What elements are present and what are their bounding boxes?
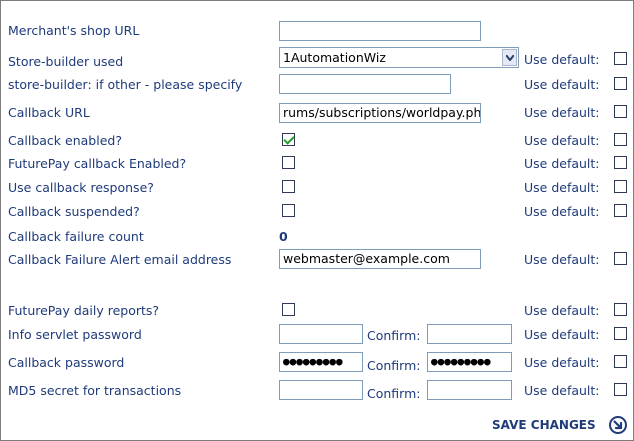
failure-email-use-default-checkbox[interactable] [614, 252, 627, 265]
use-callback-response-label: Use callback response? [8, 180, 154, 195]
callback-password-use-default-checkbox[interactable] [614, 355, 627, 368]
use-default-label: Use default: [524, 156, 600, 171]
use-default-label: Use default: [524, 204, 600, 219]
callback-failure-count-label: Callback failure count [8, 229, 144, 244]
futurepay-reports-label: FuturePay daily reports? [8, 303, 160, 318]
callback-enabled-use-default-checkbox[interactable] [614, 133, 627, 146]
store-builder-value: 1AutomationWiz [283, 50, 386, 65]
callback-suspended-label: Callback suspended? [8, 204, 140, 219]
callback-suspended-use-default-checkbox[interactable] [614, 204, 627, 217]
info-servlet-password-confirm-input[interactable] [427, 324, 512, 344]
use-default-label: Use default: [524, 105, 600, 120]
failure-email-input[interactable]: webmaster@example.com [279, 249, 481, 269]
callback-password-confirm-input[interactable]: ●●●●●●●●● [427, 352, 512, 372]
arrow-circle-icon[interactable] [609, 416, 627, 434]
store-builder-other-input[interactable] [279, 74, 451, 94]
save-changes-button[interactable]: SAVE CHANGES [492, 417, 596, 433]
use-callback-response-use-default-checkbox[interactable] [614, 180, 627, 193]
callback-enabled-checkbox[interactable] [282, 133, 295, 146]
use-default-label: Use default: [524, 252, 600, 267]
store-builder-other-label: store-builder: if other - please specify [8, 77, 243, 92]
futurepay-callback-checkbox[interactable] [282, 156, 295, 169]
md5-secret-label: MD5 secret for transactions [8, 383, 182, 398]
confirm-label: Confirm: [367, 358, 421, 373]
use-callback-response-checkbox[interactable] [282, 180, 295, 193]
info-servlet-password-use-default-checkbox[interactable] [614, 327, 627, 340]
store-builder-label: Store-builder used [8, 54, 124, 69]
confirm-label: Confirm: [367, 328, 421, 343]
shop-url-input[interactable] [279, 21, 481, 41]
use-default-label: Use default: [524, 303, 600, 318]
callback-enabled-label: Callback enabled? [8, 133, 122, 148]
use-default-label: Use default: [524, 133, 600, 148]
store-builder-other-use-default-checkbox[interactable] [614, 77, 627, 90]
store-builder-select[interactable]: 1AutomationWiz [279, 47, 519, 68]
use-default-label: Use default: [524, 52, 600, 67]
use-default-label: Use default: [524, 383, 600, 398]
shop-url-label: Merchant's shop URL [8, 23, 140, 38]
callback-url-use-default-checkbox[interactable] [614, 105, 627, 118]
futurepay-callback-label: FuturePay callback Enabled? [8, 156, 187, 171]
use-default-label: Use default: [524, 327, 600, 342]
info-servlet-password-input[interactable] [279, 324, 363, 344]
info-servlet-password-label: Info servlet password [8, 327, 142, 342]
callback-url-label: Callback URL [8, 105, 90, 120]
futurepay-callback-use-default-checkbox[interactable] [614, 156, 627, 169]
use-default-label: Use default: [524, 77, 600, 92]
callback-url-input[interactable]: rums/subscriptions/worldpay.php [279, 103, 481, 123]
futurepay-reports-use-default-checkbox[interactable] [614, 303, 627, 316]
md5-secret-input[interactable] [279, 380, 363, 400]
callback-password-label: Callback password [8, 355, 125, 370]
use-default-label: Use default: [524, 180, 600, 195]
callback-suspended-checkbox[interactable] [282, 204, 295, 217]
md5-secret-use-default-checkbox[interactable] [614, 383, 627, 396]
futurepay-reports-checkbox[interactable] [282, 303, 295, 316]
blank-panel [197, 149, 277, 186]
chevron-down-icon[interactable] [502, 49, 517, 66]
use-default-label: Use default: [524, 355, 600, 370]
callback-failure-count-value: 0 [279, 229, 288, 244]
md5-secret-confirm-input[interactable] [427, 380, 512, 400]
failure-email-label: Callback Failure Alert email address [8, 252, 232, 267]
settings-form: Merchant's shop URL Store-builder used 1… [0, 0, 634, 441]
confirm-label: Confirm: [367, 386, 421, 401]
callback-password-input[interactable]: ●●●●●●●●● [279, 352, 363, 372]
store-builder-use-default-checkbox[interactable] [614, 52, 627, 65]
